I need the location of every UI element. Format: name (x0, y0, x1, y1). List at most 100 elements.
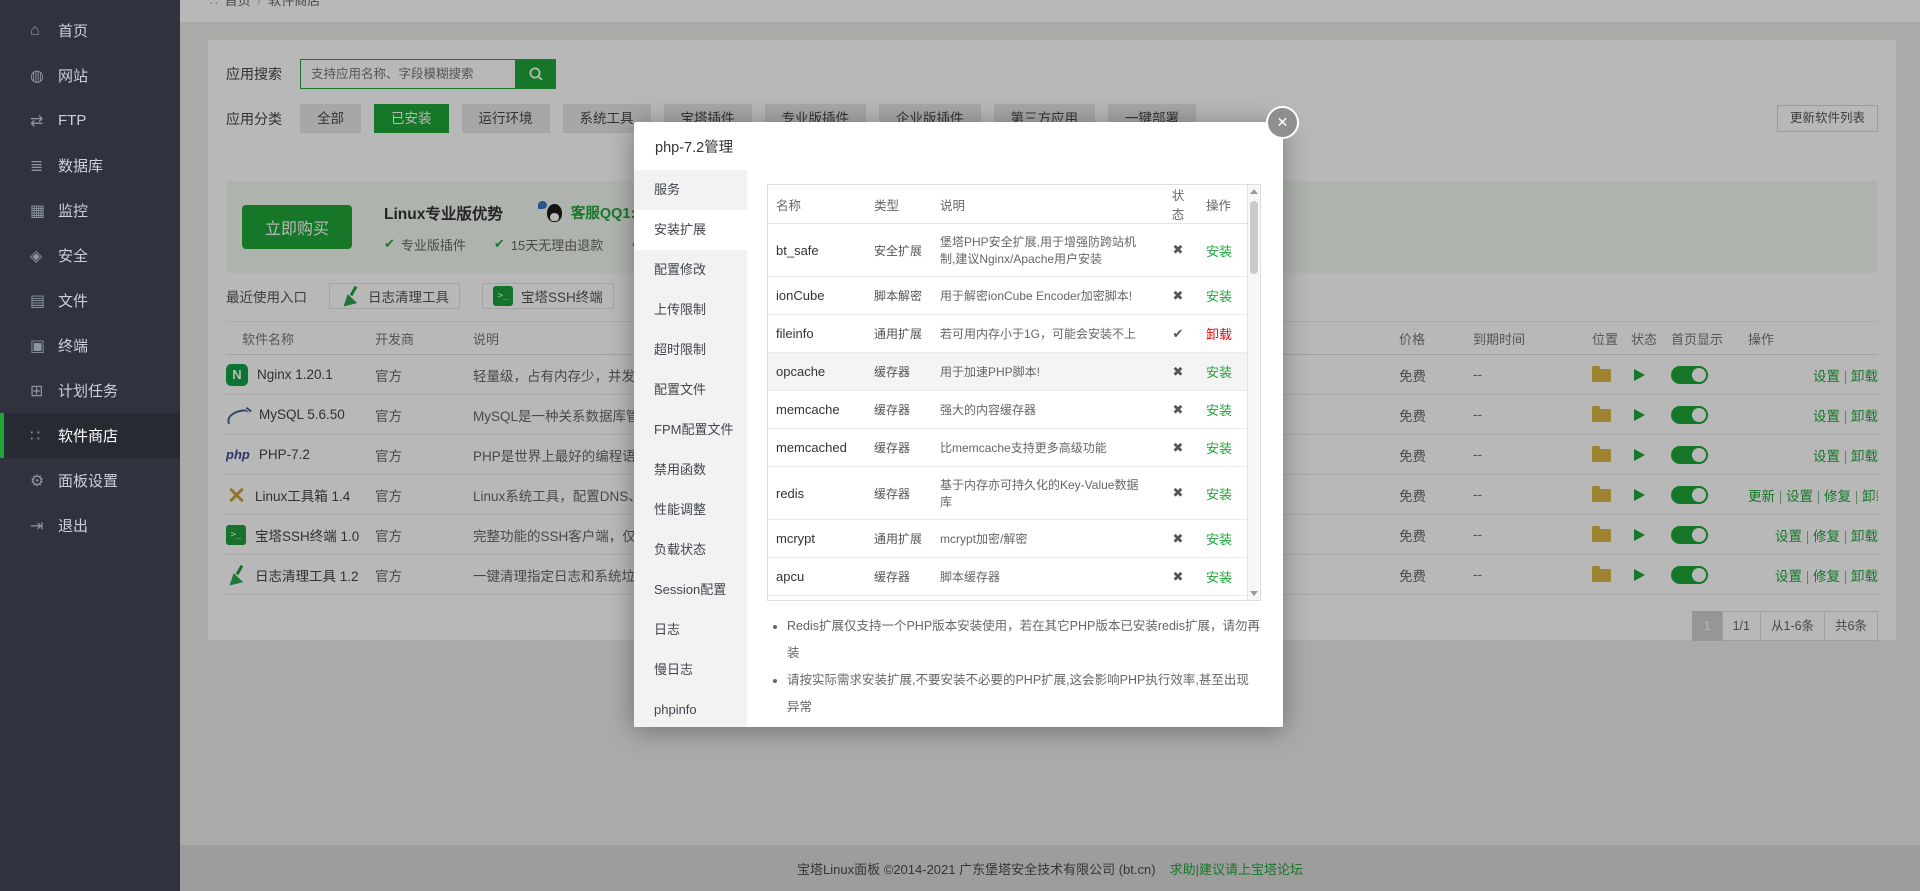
extension-action-link[interactable]: 卸载 (1206, 327, 1232, 342)
sidebar-item-icon: ◍ (30, 66, 58, 86)
tab-load-status[interactable]: 负载状态 (634, 530, 747, 570)
tab-install-extensions[interactable]: 安装扩展 (634, 210, 747, 250)
sidebar-item-label: 终端 (58, 335, 88, 356)
sidebar-item-ftp[interactable]: ⇄ FTP (0, 98, 180, 143)
tab-fpm-config[interactable]: FPM配置文件 (634, 410, 747, 450)
extension-action-link[interactable]: 安装 (1206, 244, 1232, 259)
extension-table: 名称 类型 说明 状态 操作 bt_safe (768, 185, 1247, 601)
sidebar-item-cron[interactable]: ⊞ 计划任务 (0, 368, 180, 413)
extension-row: redis 缓存器 基于内存亦可持久化的Key-Value数据库 ✖ 安装 (768, 467, 1247, 520)
extension-name: opcache (768, 353, 866, 391)
extension-row: memcached 缓存器 比memcache支持更多高级功能 ✖ 安装 (768, 429, 1247, 467)
install-status-icon: ✖ (1173, 440, 1184, 455)
sidebar-item-terminal[interactable]: ▣ 终端 (0, 323, 180, 368)
install-status-icon: ✖ (1173, 485, 1184, 500)
extension-action-link[interactable]: 安装 (1206, 570, 1232, 585)
extension-name: memcache (768, 391, 866, 429)
extension-name: bt_safe (768, 224, 866, 277)
scrollbar-thumb[interactable] (1250, 201, 1258, 274)
install-status-icon: ✔ (1173, 326, 1184, 341)
close-icon[interactable] (1266, 106, 1299, 139)
tab-session-config[interactable]: Session配置 (634, 570, 747, 610)
sidebar-item-icon: ◈ (30, 246, 58, 266)
sidebar-item-monitor[interactable]: ▦ 监控 (0, 188, 180, 233)
extension-action-link[interactable]: 安装 (1206, 365, 1232, 380)
tab-config-modify[interactable]: 配置修改 (634, 250, 747, 290)
dialog-body: 服务 安装扩展 配置修改 上传限制 超时限制 配置文件 FPM配置文件 禁用函数… (634, 170, 1283, 727)
extension-description: 用于解密ionCube Encoder加密脚本! (932, 277, 1158, 315)
extension-type: 缓存器 (866, 353, 932, 391)
sidebar-item-icon: ▣ (30, 336, 58, 356)
sidebar-item-store[interactable]: ∷ 软件商店 (0, 413, 180, 458)
extension-action-link[interactable]: 安装 (1206, 403, 1232, 418)
extension-name: fileinfo (768, 315, 866, 353)
extension-name: memcached (768, 429, 866, 467)
extension-description: Imagick高性能图形库 (932, 596, 1158, 602)
col-ext-type: 类型 (866, 185, 932, 224)
tab-disabled-functions[interactable]: 禁用函数 (634, 450, 747, 490)
extension-type: 缓存器 (866, 391, 932, 429)
sidebar-item-label: 安全 (58, 245, 88, 266)
tab-log[interactable]: 日志 (634, 610, 747, 650)
extension-type: 缓存器 (866, 429, 932, 467)
sidebar-item-label: 退出 (58, 515, 88, 536)
scrollbar[interactable] (1247, 185, 1260, 600)
extension-notes: Redis扩展仅支持一个PHP版本安装使用，若在其它PHP版本已安装redis扩… (767, 613, 1261, 727)
sidebar-item-label: 文件 (58, 290, 88, 311)
extension-name: redis (768, 467, 866, 520)
extension-action-link[interactable]: 安装 (1206, 532, 1232, 547)
sidebar-item-label: 首页 (58, 20, 88, 41)
extension-description: 强大的内容缓存器 (932, 391, 1158, 429)
scroll-down-icon[interactable] (1248, 591, 1260, 596)
install-status-icon: ✖ (1173, 242, 1184, 257)
sidebar-item-label: 数据库 (58, 155, 103, 176)
sidebar-menu: ⌂ 首页 ◍ 网站 ⇄ FTP ≣ 数据库 (0, 0, 180, 548)
tab-upload-limit[interactable]: 上传限制 (634, 290, 747, 330)
php-manage-dialog: php-7.2管理 服务 安装扩展 配置修改 上传限制 超时限制 配置文件 FP… (634, 122, 1283, 727)
sidebar-item-label: 软件商店 (58, 425, 118, 446)
tab-service[interactable]: 服务 (634, 170, 747, 210)
extension-description: 脚本缓存器 (932, 558, 1158, 596)
sidebar-item-home[interactable]: ⌂ 首页 (0, 8, 180, 53)
tab-slow-log[interactable]: 慢日志 (634, 650, 747, 690)
tab-performance[interactable]: 性能调整 (634, 490, 747, 530)
col-ext-status: 状态 (1158, 185, 1198, 224)
sidebar-item-label: 计划任务 (58, 380, 118, 401)
extension-action-link[interactable]: 安装 (1206, 487, 1232, 502)
install-status-icon: ✖ (1173, 531, 1184, 546)
extension-type: 通用扩展 (866, 520, 932, 558)
sidebar-item-logout[interactable]: ⇥ 退出 (0, 503, 180, 548)
extension-row: opcache 缓存器 用于加速PHP脚本! ✖ 安装 (768, 353, 1247, 391)
install-status-icon: ✖ (1173, 402, 1184, 417)
extension-action-link[interactable]: 安装 (1206, 289, 1232, 304)
extension-note: 请按实际需求安装扩展,不要安装不必要的PHP扩展,这会影响PHP执行效率,甚至出… (787, 667, 1261, 721)
col-ext-action: 操作 (1198, 185, 1247, 224)
sidebar: ⌂ 首页 ◍ 网站 ⇄ FTP ≣ 数据库 (0, 0, 180, 891)
extension-note: Redis扩展仅支持一个PHP版本安装使用，若在其它PHP版本已安装redis扩… (787, 613, 1261, 667)
extension-description: 堡塔PHP安全扩展,用于增强防跨站机制,建议Nginx/Apache用户安装 (932, 224, 1158, 277)
dialog-content: 名称 类型 说明 状态 操作 bt_safe (747, 170, 1283, 727)
extension-description: 基于内存亦可持久化的Key-Value数据库 (932, 467, 1158, 520)
sidebar-item-database[interactable]: ≣ 数据库 (0, 143, 180, 188)
sidebar-item-security[interactable]: ◈ 安全 (0, 233, 180, 278)
extension-row: imagemagick 通用扩展 Imagick高性能图形库 ✖ 安装 (768, 596, 1247, 602)
extension-description: 用于加速PHP脚本! (932, 353, 1158, 391)
sidebar-item-label: FTP (58, 112, 86, 129)
extension-name: mcrypt (768, 520, 866, 558)
tab-phpinfo[interactable]: phpinfo (634, 690, 747, 727)
scroll-up-icon[interactable] (1248, 189, 1260, 194)
sidebar-item-panel-settings[interactable]: ⚙ 面板设置 (0, 458, 180, 503)
extension-table-header: 名称 类型 说明 状态 操作 (768, 185, 1247, 224)
sidebar-item-icon: ⇥ (30, 516, 58, 536)
tab-timeout-limit[interactable]: 超时限制 (634, 330, 747, 370)
sidebar-item-icon: ≣ (30, 156, 58, 176)
sidebar-item-icon: ⚙ (30, 471, 58, 491)
sidebar-item-files[interactable]: ▤ 文件 (0, 278, 180, 323)
extension-type: 通用扩展 (866, 315, 932, 353)
extension-action-link[interactable]: 安装 (1206, 441, 1232, 456)
extension-description: 比memcache支持更多高级功能 (932, 429, 1158, 467)
extension-description: mcrypt加密/解密 (932, 520, 1158, 558)
extension-table-wrap: 名称 类型 说明 状态 操作 bt_safe (767, 184, 1261, 601)
sidebar-item-sites[interactable]: ◍ 网站 (0, 53, 180, 98)
tab-config-file[interactable]: 配置文件 (634, 370, 747, 410)
